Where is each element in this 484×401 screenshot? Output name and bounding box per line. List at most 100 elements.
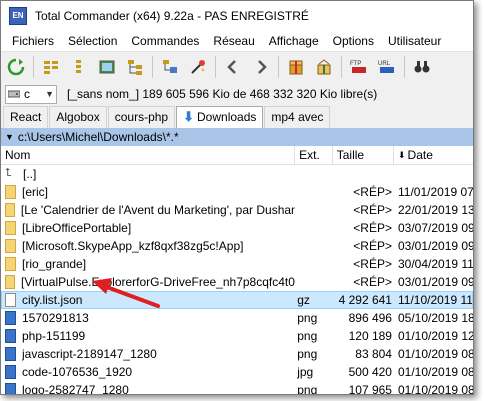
drive-icon [8,90,20,98]
tab-mp4-avec[interactable]: mp4 avec [264,106,331,128]
ftp-button[interactable]: FTP [348,56,370,78]
title-bar: EN Total Commander (x64) 9.22a - PAS ENR… [1,1,473,31]
file-name-cell: [Microsoft.SkypeApp_kzf8qxf38zg5c!App] [1,239,295,253]
folder-row[interactable]: [rio_grande] <RÉP> 30/04/2019 11: [1,255,473,273]
back-icon [227,60,236,74]
file-date: 22/01/2019 13: [397,203,473,217]
up-folder-icon: ⮤ [5,167,12,179]
folder-row[interactable]: [VirtualPulse.ExplorerforG-DriveFree_nh7… [1,273,473,291]
file-name: php-151199 [22,329,86,343]
path-bar[interactable]: ▼ c:\Users\Michel\Downloads\*.* [1,128,473,146]
file-date: 01/10/2019 12: [397,329,473,343]
tab-label: mp4 avec [271,110,324,124]
file-row[interactable]: 1570291813 png 896 496 05/10/2019 18: [1,309,473,327]
file-ext: png [297,383,318,395]
menu-utilisateur[interactable]: Utilisateur [381,34,448,48]
tab-label: Algobox [56,110,100,124]
column-header-label: Nom [5,148,31,162]
column-header-date[interactable]: ⬇ Date [394,146,473,164]
find-button[interactable] [411,56,433,78]
refresh-button[interactable] [5,56,27,78]
file-row[interactable]: city.list.json gz 4 292 641 11/10/2019 11:1 [1,291,473,309]
file-name-cell: 1570291813 [1,311,295,325]
column-header-size[interactable]: Taille [333,146,394,164]
file-size: 500 420 [348,365,392,379]
column-header-label: Ext. [299,148,320,162]
menu-fichiers[interactable]: Fichiers [5,34,61,48]
column-headers: Nom Ext. Taille ⬇ Date [1,146,473,165]
folder-row[interactable]: [Microsoft.SkypeApp_kzf8qxf38zg5c!App] <R… [1,237,473,255]
menu-commandes[interactable]: Commandes [124,34,206,48]
file-size: <RÉP> [353,203,392,217]
file-name: [Le 'Calendrier de l'Avent du Marketing'… [20,203,295,217]
column-header-ext[interactable]: Ext. [295,146,333,164]
unpack-button[interactable] [313,56,335,78]
menu-reseau[interactable]: Réseau [206,34,261,48]
brief-view-button[interactable] [40,56,62,78]
invert-button[interactable] [187,56,209,78]
column-header-name[interactable]: Nom [1,146,296,164]
tree-button[interactable] [124,56,146,78]
folder-row[interactable]: [Le 'Calendrier de l'Avent du Marketing'… [1,201,473,219]
tree-icon [128,60,142,75]
file-name: [Microsoft.SkypeApp_kzf8qxf38zg5c!App] [22,239,244,253]
file-row[interactable]: javascript-2189147_1280 png 83 804 01/10/20… [1,345,473,363]
file-name: code-1076536_1920 [22,365,133,379]
file-name: city.list.json [22,293,83,307]
file-date: 05/10/2019 18: [397,311,473,325]
drive-free-space: [_sans nom_] 189 605 596 Kio de 468 332 … [67,87,378,101]
refresh-icon [7,58,25,76]
folder-row[interactable]: [eric] <RÉP> 11/01/2019 07: [1,183,473,201]
tab-react[interactable]: React [3,106,49,128]
file-size: 83 804 [355,347,392,361]
url-button[interactable]: URL [376,56,398,78]
folder-icon [5,221,16,235]
chevron-down-icon[interactable]: ▼ [5,132,14,142]
folder-icon [5,203,15,217]
file-date: 03/01/2019 09: [397,275,473,289]
file-icon [5,293,16,307]
file-ext: jpg [297,365,314,379]
file-row[interactable]: php-151199 png 120 189 01/10/2019 12: [1,327,473,345]
toolbar-separator [33,56,34,78]
image-file-icon [5,329,16,343]
thumbnail-view-button[interactable] [96,56,118,78]
tab-algobox[interactable]: Algobox [49,106,107,128]
image-file-icon [5,347,16,361]
file-name-cell: ⮤ [..] [1,167,295,181]
back-button[interactable] [222,56,244,78]
folder-row[interactable]: ⮤ [..] [1,165,473,183]
drive-selector[interactable]: c ▼ [5,84,57,104]
menu-selection[interactable]: Sélection [61,34,124,48]
tab-cours-php[interactable]: cours-php [107,106,176,128]
detailed-view-icon [76,60,81,73]
file-name: [..] [23,167,37,181]
file-size: 120 189 [348,329,392,343]
file-name: javascript-2189147_1280 [22,347,157,361]
image-file-icon [5,383,16,394]
toolbar: FTP URL [1,51,473,82]
file-name-cell: [Le 'Calendrier de l'Avent du Marketing'… [1,203,295,217]
file-row[interactable]: code-1076536_1920 jpg 500 420 01/10/2019 08… [1,363,473,381]
select-button[interactable] [159,56,181,78]
file-row[interactable]: logo-2582747_1280 png 107 965 01/10/2019 08… [1,381,473,395]
select-icon [163,60,177,73]
file-date: 11/10/2019 11:1 [397,293,473,307]
current-path: c:\Users\Michel\Downloads\*.* [17,130,179,144]
folder-row[interactable]: [LibreOfficePortable] <RÉP> 03/07/2019 09: [1,219,473,237]
tab-downloads[interactable]: ⬇ Downloads [176,106,264,128]
tab-label: Downloads [197,110,257,124]
file-date: 30/04/2019 11: [397,257,473,271]
forward-button[interactable] [250,56,272,78]
menu-affichage[interactable]: Affichage [262,34,326,48]
toolbar-separator [215,56,216,78]
file-name-cell: javascript-2189147_1280 [1,347,295,361]
file-size: 107 965 [348,383,392,395]
menu-options[interactable]: Options [326,34,381,48]
image-file-icon [5,365,16,379]
folder-icon [5,275,15,289]
detailed-view-button[interactable] [68,56,90,78]
pack-button[interactable] [285,56,307,78]
folder-icon [5,257,16,271]
brief-view-icon [44,61,58,74]
